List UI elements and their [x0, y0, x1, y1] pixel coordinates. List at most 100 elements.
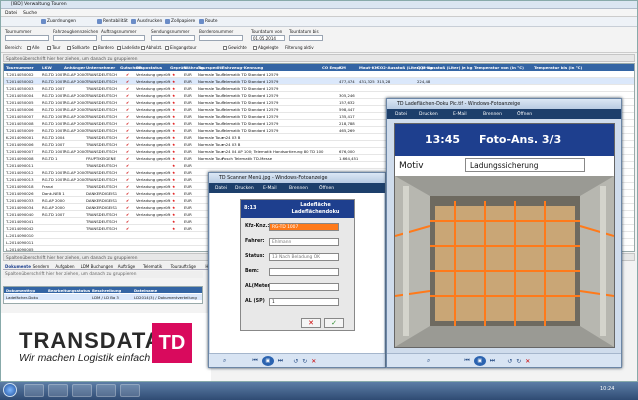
scanner-menu-datei[interactable]: Datei	[215, 186, 227, 191]
scanner-menu-drucken[interactable]: Drucken	[235, 186, 254, 191]
tourdatum-bis-input[interactable]	[289, 35, 323, 41]
check-eingangstour[interactable]: Eingangstour	[165, 45, 197, 50]
check-alle[interactable]: Alle	[27, 45, 39, 50]
sub-group-hint[interactable]: Spaltenüberschrift hier her ziehen, um d…	[3, 271, 203, 278]
tab-6[interactable]: Touraufträge	[171, 264, 196, 269]
checkbox-icon	[93, 45, 97, 50]
slideshow-icon[interactable]: ▣	[473, 356, 486, 366]
check-abholzt[interactable]: Abholzt.	[141, 45, 162, 50]
rotate-left-icon[interactable]: ↺	[507, 358, 512, 365]
scanner-field-input[interactable]	[269, 268, 339, 276]
cell-km: 477,474	[339, 79, 355, 84]
tab-0[interactable]: Dokumente	[5, 264, 31, 269]
scanner-menu-brennen[interactable]: Brennen	[289, 186, 308, 191]
check-abgelegte[interactable]: Abgelegte	[253, 45, 278, 50]
taskbar-browser-icon[interactable]	[48, 384, 68, 397]
menu-datei[interactable]: Datei	[5, 11, 17, 16]
next-icon[interactable]: ⏭	[278, 357, 283, 365]
column-header[interactable]: Maut-KM	[359, 65, 379, 70]
column-header[interactable]: KM	[339, 65, 346, 70]
route-button[interactable]: Route	[199, 19, 217, 24]
menu-suche[interactable]: Suche	[23, 11, 37, 16]
table-row[interactable]: T-2014050003 RG-TD 1007 TRANSDEUTSCH Verlad…	[4, 85, 634, 92]
taskbar-app2-icon[interactable]	[120, 384, 140, 397]
tab-1[interactable]: Sendern	[33, 264, 50, 269]
column-header[interactable]: Bearbeitungsstatus	[48, 288, 90, 293]
print-button[interactable]: Ausdrucken	[131, 19, 162, 24]
group-hint-bar[interactable]: Spaltenüberschrift hier her ziehen, um d…	[3, 54, 635, 62]
profitability-button[interactable]: Rentabilität	[97, 19, 128, 24]
table-row[interactable]: T-2014050002 RG-TD 1007 RG-AP 2000 TRANSDEU…	[4, 71, 634, 78]
tab-2[interactable]: Aufgaben	[55, 264, 74, 269]
check-ladeliste[interactable]: Ladeliste	[117, 45, 140, 50]
photo-menu-datei[interactable]: Datei	[395, 112, 407, 117]
photo-menu-drucken[interactable]: Drucken	[419, 112, 438, 117]
zoom-icon[interactable]: ⌕	[427, 357, 430, 365]
cell-ue: TRANSDEUTSCH	[86, 72, 117, 77]
tourdatum-von-input[interactable]: 01.05.2014	[251, 35, 285, 41]
scanner-menu-email[interactable]: E-Mail	[263, 186, 277, 191]
auftrag-input[interactable]	[101, 35, 145, 41]
rotate-right-icon[interactable]: ↻	[302, 358, 307, 365]
taskbar-explorer-icon[interactable]	[24, 384, 44, 397]
column-header[interactable]: Anhänger	[64, 65, 85, 70]
cell-fz: Posch Telematik TD-Messe	[222, 156, 273, 161]
column-header[interactable]: Dokumenttyp	[6, 288, 35, 293]
column-header[interactable]: Fahrzeug-Kennung	[222, 65, 263, 70]
cell-maut: 431,325	[359, 79, 375, 84]
scanner-field-input[interactable]: 1	[269, 298, 339, 306]
prev-icon[interactable]: ⏮	[252, 357, 257, 365]
check-tour[interactable]: Tour	[47, 45, 60, 50]
start-button[interactable]	[3, 383, 17, 397]
scanner-field-input[interactable]: Ehlmann	[269, 238, 339, 246]
column-header[interactable]: Temperatur bis (in °C)	[534, 65, 582, 70]
check-sollkarte[interactable]: Sollkarte	[67, 45, 90, 50]
rotate-left-icon[interactable]: ↺	[293, 358, 298, 365]
taskbar-firefox-icon[interactable]	[72, 384, 92, 397]
delete-icon[interactable]: ✕	[311, 358, 316, 365]
cancel-button[interactable]: ✕	[301, 318, 321, 328]
table-row[interactable]: T-2014050002 RG-TD 1007 RG-AP 2000 TRANSDEU…	[4, 78, 634, 85]
fahrzeug-input[interactable]	[53, 35, 97, 41]
photo-menu-email[interactable]: E-Mail	[453, 112, 467, 117]
column-header[interactable]: Temperatur von (in °C)	[474, 65, 524, 70]
column-header[interactable]: LKW	[42, 65, 52, 70]
tab-4[interactable]: Aufträge	[118, 264, 135, 269]
column-header[interactable]: Dateiname	[134, 288, 157, 293]
scanner-field-label: Fahrer:	[245, 239, 265, 244]
photo-menu-oeffnen[interactable]: Öffnen	[517, 112, 532, 117]
taskbar-app-icon[interactable]	[96, 384, 116, 397]
next-icon[interactable]: ⏭	[490, 357, 495, 365]
scanner-menu-oeffnen[interactable]: Öffnen	[319, 186, 334, 191]
sendung-input[interactable]	[151, 35, 195, 41]
column-header[interactable]: Dispostatus	[136, 65, 162, 70]
cell-ue: TRANSDEUTSCH	[86, 79, 117, 84]
tab-3[interactable]: LDM Buchungen	[81, 264, 114, 269]
column-header[interactable]: Unternehmer	[86, 65, 115, 70]
tab-5[interactable]: Telematik	[143, 264, 162, 269]
cell-sped: Normale Tour	[198, 86, 224, 91]
photo-menu-brennen[interactable]: Brennen	[483, 112, 502, 117]
delete-icon[interactable]: ✕	[525, 358, 530, 365]
column-header[interactable]: CO2-Ausstoß (Liter) je kg	[417, 65, 472, 70]
customs-button[interactable]: Zollpapiere	[165, 19, 195, 24]
zoom-icon[interactable]: ⌕	[223, 357, 226, 365]
scanner-field-input[interactable]	[269, 283, 339, 291]
column-header[interactable]: Tournummer	[6, 65, 34, 70]
assign-button[interactable]: Zuordnungen	[41, 19, 76, 24]
rotate-right-icon[interactable]: ↻	[516, 358, 521, 365]
tournummer-input[interactable]	[5, 35, 49, 41]
scanner-field-input[interactable]: 13 Nach Beladung OK	[269, 253, 339, 261]
bordero-input[interactable]	[199, 35, 243, 41]
column-header[interactable]: Tourspediti.	[198, 65, 224, 70]
column-header[interactable]: Beschreibung	[92, 288, 121, 293]
table-row[interactable]: Ladefächer-Doku LDM / LD Ba 3 LD2014(3) / …	[4, 294, 202, 300]
check-filterung[interactable]: Filterung aktiv	[285, 45, 314, 50]
check-bordero[interactable]: Bordero	[93, 45, 114, 50]
prev-icon[interactable]: ⏮	[464, 357, 469, 365]
ok-button[interactable]: ✓	[324, 318, 344, 328]
scanner-field-input[interactable]: RG-TD 1007	[269, 223, 339, 231]
cell-cur: EUR	[184, 93, 192, 98]
check-gewichte[interactable]: Gewichte	[223, 45, 247, 50]
slideshow-icon[interactable]: ▣	[261, 356, 274, 366]
